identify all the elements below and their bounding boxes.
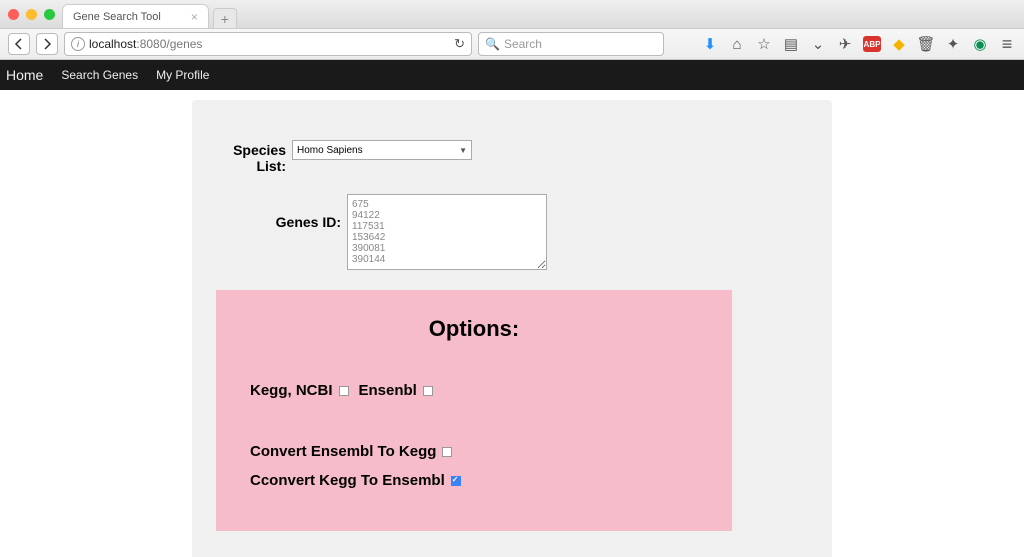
species-selected-value: Homo Sapiens [297,145,363,156]
option-kegg-ncbi-checkbox[interactable] [339,386,349,396]
options-title: Options: [250,316,698,342]
library-icon[interactable]: ▤ [782,35,800,53]
downloads-icon[interactable]: ⬇ [701,35,719,53]
arrow-left-icon [13,38,25,50]
option-convert-e2k-label: Convert Ensembl To Kegg [250,443,436,460]
window-titlebar: Gene Search Tool × + [0,0,1024,28]
bookmark-star-icon[interactable]: ☆ [755,35,773,53]
options-box: Options: Kegg, NCBI Ensenbl Convert Ense… [216,290,732,531]
search-icon: 🔍 [485,37,500,51]
species-label: Species List: [216,140,286,174]
window-minimize-button[interactable] [26,9,37,20]
window-zoom-button[interactable] [44,9,55,20]
nav-back-button[interactable] [8,33,30,55]
genes-label: Genes ID: [216,194,341,230]
browser-tab[interactable]: Gene Search Tool × [62,4,209,28]
option-kegg-ncbi-label: Kegg, NCBI [250,382,333,399]
option-convert-k2e-label: Cconvert Kegg To Ensembl [250,472,445,489]
page-body: Species List: Homo Sapiens ▼ Genes ID: O… [0,90,1024,557]
menu-icon[interactable]: ≡ [998,35,1016,53]
window-close-button[interactable] [8,9,19,20]
url-text: localhost:8080/genes [89,37,202,51]
search-placeholder: Search [504,37,542,51]
chevron-down-icon: ▼ [459,146,471,155]
browser-tab-title: Gene Search Tool [73,11,161,23]
option-ensembl-label: Ensenbl [359,382,417,399]
option-ensembl-checkbox[interactable] [423,386,433,396]
send-icon[interactable]: ✈ [836,35,854,53]
nav-search-genes-link[interactable]: Search Genes [61,68,138,82]
option-convert-e2k-checkbox[interactable] [442,447,452,457]
browser-toolbar: i localhost:8080/genes ↻ 🔍 Search ⬇ ⌂ ☆ … [0,28,1024,60]
extension-icon-2[interactable]: ✦ [944,35,962,53]
form-panel: Species List: Homo Sapiens ▼ Genes ID: O… [192,100,832,557]
genes-id-textarea[interactable] [347,194,547,270]
new-tab-button[interactable]: + [213,8,237,28]
pocket-icon[interactable]: ⌄ [809,35,827,53]
option-convert-k2e-checkbox[interactable] [451,476,461,486]
browser-search-field[interactable]: 🔍 Search [478,32,664,56]
arrow-right-icon [41,38,53,50]
nav-home-link[interactable]: Home [6,67,43,83]
nav-forward-button[interactable] [36,33,58,55]
extension-icon-3[interactable]: ◉ [971,35,989,53]
close-tab-icon[interactable]: × [191,11,198,23]
nav-my-profile-link[interactable]: My Profile [156,68,209,82]
extension-icon-1[interactable]: ◆ [890,35,908,53]
reload-icon[interactable]: ↻ [454,36,465,52]
site-info-icon[interactable]: i [71,37,85,51]
species-select[interactable]: Homo Sapiens ▼ [292,140,472,160]
url-field[interactable]: i localhost:8080/genes ↻ [64,32,472,56]
home-icon[interactable]: ⌂ [728,35,746,53]
trash-icon[interactable]: 🗑 [917,35,935,53]
adblock-icon[interactable]: ABP [863,36,881,52]
site-navbar: Home Search Genes My Profile [0,60,1024,90]
